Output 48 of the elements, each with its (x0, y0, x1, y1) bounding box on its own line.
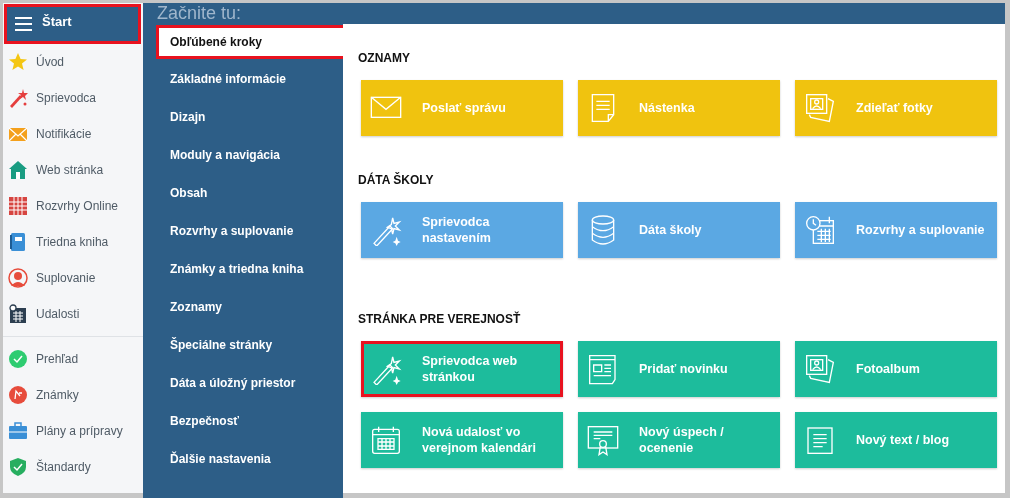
sidebar-item[interactable]: Štandardy (3, 449, 143, 485)
magic-wand-icon (8, 88, 28, 108)
sidebar-item[interactable]: Notifikácie (3, 116, 143, 152)
sidebar-item[interactable]: Plány a prípravy (3, 413, 143, 449)
section-title: STRÁNKA PRE VEREJNOSŤ (358, 310, 522, 328)
document-icon (804, 424, 836, 456)
sidebar-item[interactable]: Triedna kniha (3, 224, 143, 260)
section-title: OZNAMY (358, 50, 411, 67)
sidebar-item[interactable]: Sprievodca (3, 80, 143, 116)
photos-icon (804, 92, 836, 124)
grade-circle-icon (8, 385, 28, 405)
shield-icon (8, 457, 28, 477)
star-icon (8, 52, 28, 72)
menu-item[interactable]: Dáta a úložný priestor (143, 364, 343, 402)
check-circle-icon (8, 349, 28, 369)
menu-item[interactable]: Bezpečnosť (143, 402, 343, 440)
calendar-icon (8, 304, 28, 324)
section-title: DÁTA ŠKOLY (358, 171, 435, 189)
sidebar-item[interactable]: Rozvrhy Online (3, 188, 143, 224)
menu-item[interactable]: Špeciálne stránky (143, 326, 343, 364)
sidebar-item[interactable]: Prehľad (3, 341, 143, 377)
menu-item[interactable]: Ďalšie nastavenia (143, 440, 343, 478)
menu-item[interactable]: Dizajn (143, 98, 343, 136)
person-icon (8, 268, 28, 288)
sidebar-item[interactable]: Suplovanie (3, 260, 143, 296)
menu-item[interactable]: Známky a triedna kniha (143, 250, 343, 288)
sidebar-item[interactable]: Úvod (3, 44, 143, 80)
sidebar-title: Štart (42, 14, 72, 29)
sidebar-item[interactable]: Známky (3, 377, 143, 413)
house-icon (8, 160, 28, 180)
newspaper-icon (587, 353, 619, 385)
menu-item[interactable]: Moduly a navigácia (143, 136, 343, 174)
grid-icon (8, 196, 28, 216)
page-title: Začnite tu: (157, 3, 242, 24)
menu-item[interactable]: Obsah (143, 174, 343, 212)
menu-item[interactable]: Základné informácie (143, 60, 343, 98)
sidebar-item[interactable]: Udalosti (3, 296, 143, 332)
briefcase-icon (8, 421, 28, 441)
certificate-icon (587, 424, 619, 456)
clock-calendar-icon (804, 214, 836, 246)
sidebar-item[interactable]: Web stránka (3, 152, 143, 188)
menu-item[interactable]: Zoznamy (143, 288, 343, 326)
book-icon (8, 232, 28, 252)
menu-item[interactable]: Rozvrhy a suplovanie (143, 212, 343, 250)
photos-icon (804, 353, 836, 385)
calendar-icon (370, 424, 402, 456)
menu-item[interactable]: Obľúbené kroky (156, 25, 343, 59)
menu-icon[interactable] (15, 14, 32, 31)
